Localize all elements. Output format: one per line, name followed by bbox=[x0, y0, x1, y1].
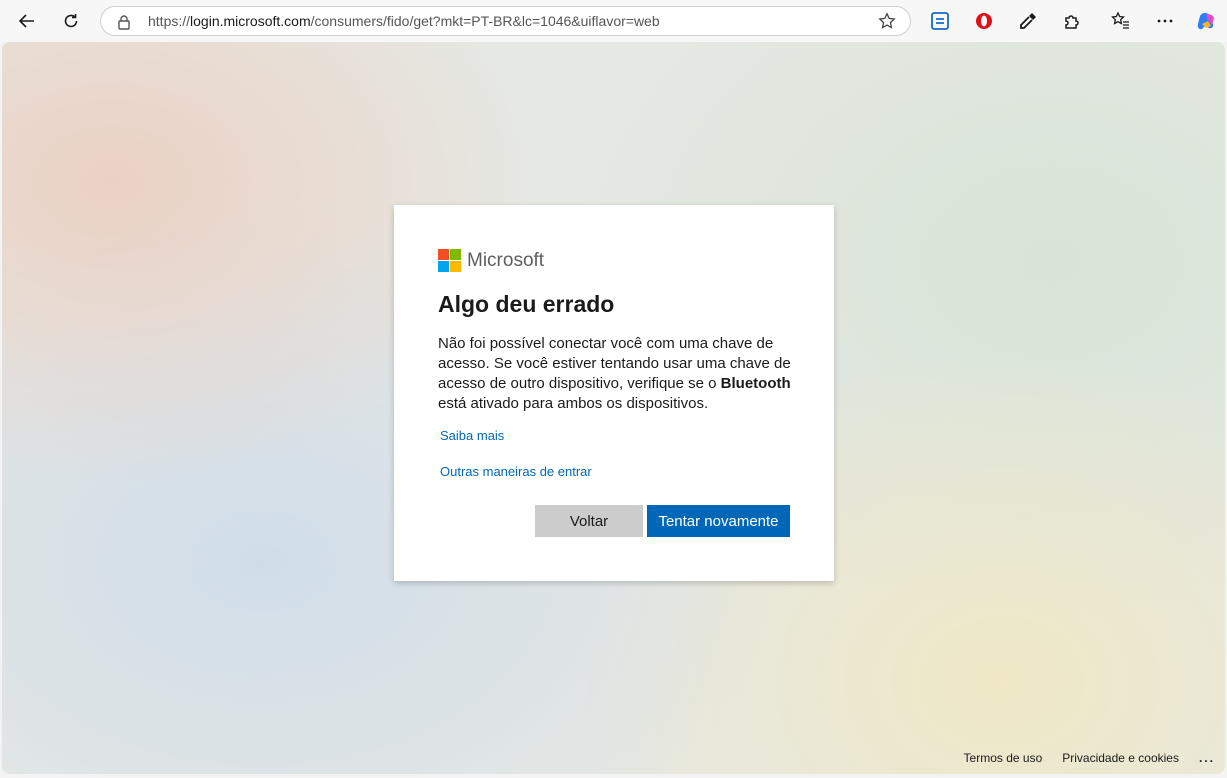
extension-red-icon[interactable] bbox=[969, 6, 999, 36]
microsoft-logo-icon bbox=[438, 249, 461, 272]
favorites-icon[interactable] bbox=[1106, 6, 1136, 36]
url-text: https://login.microsoft.com/consumers/fi… bbox=[148, 13, 660, 29]
learn-more-link[interactable]: Saiba mais bbox=[440, 428, 504, 443]
lock-icon[interactable] bbox=[117, 14, 131, 35]
back-icon[interactable] bbox=[12, 6, 42, 36]
terms-link[interactable]: Termos de uso bbox=[964, 751, 1043, 765]
page-viewport: Microsoft Algo deu errado Não foi possív… bbox=[2, 42, 1225, 774]
browser-toolbar: https://login.microsoft.com/consumers/fi… bbox=[0, 0, 1227, 42]
page-title: Algo deu errado bbox=[438, 291, 615, 317]
url-path: /consumers/fido/get?mkt=PT-BR&lc=1046&ui… bbox=[310, 13, 660, 29]
refresh-icon[interactable] bbox=[56, 6, 86, 36]
url-prefix: https:// bbox=[148, 13, 191, 29]
logo-blue-square bbox=[438, 261, 449, 272]
logo-yellow-square bbox=[450, 261, 461, 272]
back-button[interactable]: Voltar bbox=[535, 505, 643, 537]
privacy-link[interactable]: Privacidade e cookies bbox=[1062, 751, 1179, 765]
other-ways-link[interactable]: Outras maneiras de entrar bbox=[440, 464, 592, 479]
brand-text: Microsoft bbox=[467, 249, 545, 271]
error-card: Microsoft Algo deu errado Não foi possív… bbox=[394, 205, 834, 581]
logo-green-square bbox=[450, 249, 461, 260]
more-menu-icon[interactable] bbox=[1150, 6, 1180, 36]
address-bar[interactable]: https://login.microsoft.com/consumers/fi… bbox=[100, 6, 911, 36]
footer-more-button[interactable]: ... bbox=[1199, 751, 1215, 765]
favorite-star-icon[interactable] bbox=[878, 12, 896, 35]
retry-button[interactable]: Tentar novamente bbox=[647, 505, 790, 537]
description-bold: Bluetooth bbox=[720, 375, 791, 392]
page-footer: Termos de uso Privacidade e cookies ... bbox=[964, 750, 1225, 766]
logo-red-square bbox=[438, 249, 449, 260]
error-description: Não foi possível conectar você com uma c… bbox=[438, 334, 798, 414]
extensions-puzzle-icon[interactable] bbox=[1057, 6, 1087, 36]
copilot-icon[interactable] bbox=[1192, 6, 1222, 36]
url-host: login.microsoft.com bbox=[190, 13, 311, 29]
immersive-reader-icon[interactable] bbox=[925, 6, 955, 36]
microsoft-logo: Microsoft bbox=[438, 249, 544, 272]
eyedropper-icon[interactable] bbox=[1013, 6, 1043, 36]
description-text-2: está ativado para ambos os dispositivos. bbox=[438, 395, 709, 412]
